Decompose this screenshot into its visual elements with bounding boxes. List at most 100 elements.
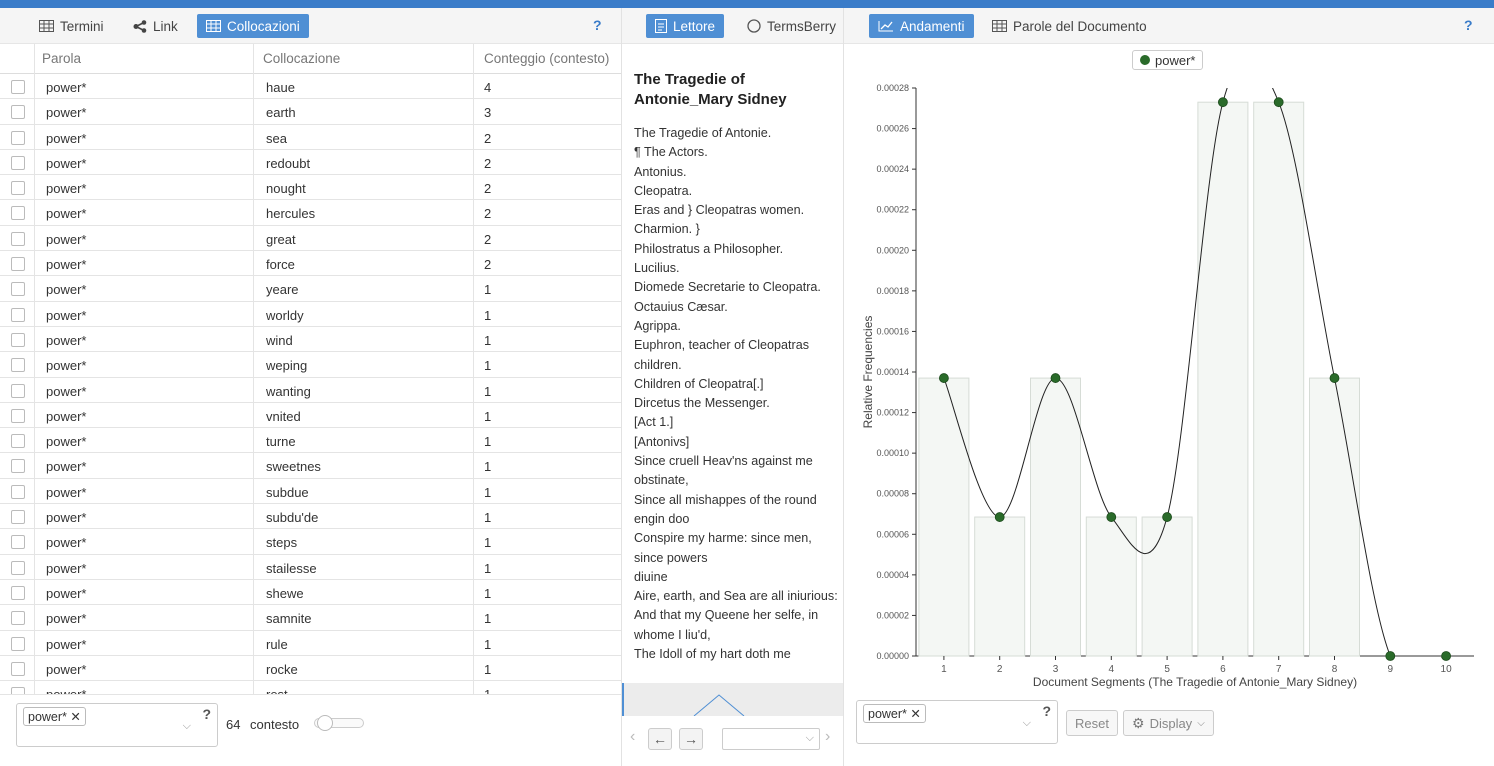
row-divider [34, 326, 35, 352]
table-row[interactable]: power* haue 4 [0, 74, 621, 100]
row-checkbox[interactable] [11, 585, 25, 600]
row-checkbox[interactable] [11, 130, 25, 145]
tab-trends[interactable]: Andamenti [869, 14, 974, 38]
chevron-down-icon[interactable]: ⌵ [183, 720, 191, 733]
table-row[interactable]: power* force 2 [0, 251, 621, 277]
row-checkbox[interactable] [11, 560, 25, 575]
table-row[interactable]: power* sweetnes 1 [0, 453, 621, 479]
query-pill[interactable]: power* ✕ [863, 704, 926, 723]
reader-position-bar[interactable] [622, 683, 843, 716]
tab-terms[interactable]: Termini [30, 14, 113, 38]
chevron-left-icon[interactable]: ‹ [630, 728, 635, 746]
table-row[interactable]: power* sea 2 [0, 124, 621, 150]
forward-button[interactable]: → [679, 728, 703, 750]
row-checkbox[interactable] [11, 257, 25, 272]
gear-icon: ⚙ [1132, 714, 1145, 731]
display-button[interactable]: ⚙ Display ⌵ [1123, 710, 1214, 736]
row-checkbox[interactable] [11, 687, 25, 694]
chevron-right-icon[interactable]: › [825, 728, 830, 746]
tab-collocations[interactable]: Collocazioni [197, 14, 309, 38]
table-row[interactable]: power* samnite 1 [0, 605, 621, 631]
table-row[interactable]: power* stailesse 1 [0, 554, 621, 580]
table-row[interactable]: power* hercules 2 [0, 200, 621, 226]
y-tick-label: 0.00004 [876, 570, 909, 580]
remove-icon[interactable]: ✕ [910, 707, 920, 721]
row-checkbox[interactable] [11, 282, 25, 297]
table-row[interactable]: power* nought 2 [0, 175, 621, 201]
chevron-down-icon[interactable]: ⌵ [1023, 717, 1031, 730]
document-line: [Act 1.] [634, 415, 674, 430]
row-checkbox[interactable] [11, 510, 25, 525]
header-term[interactable]: Parola [42, 51, 81, 66]
row-checkbox[interactable] [11, 307, 25, 322]
chart-legend[interactable]: power* [1132, 50, 1204, 70]
help-icon[interactable]: ? [1042, 703, 1051, 719]
table-row[interactable]: power* shewe 1 [0, 579, 621, 606]
row-checkbox[interactable] [11, 434, 25, 449]
table-row[interactable]: power* rest 1 [0, 681, 621, 694]
cell-term: power* [46, 687, 86, 694]
row-checkbox[interactable] [11, 459, 25, 474]
cell-term: power* [46, 155, 87, 171]
row-checkbox[interactable] [11, 181, 25, 196]
row-checkbox[interactable] [11, 636, 25, 651]
remove-icon[interactable]: ✕ [70, 710, 80, 724]
row-checkbox[interactable] [11, 206, 25, 221]
tab-termsberry[interactable]: TermsBerry [738, 14, 843, 38]
row-checkbox[interactable] [11, 383, 25, 398]
row-checkbox[interactable] [11, 155, 25, 170]
cell-term: power* [46, 510, 87, 526]
row-checkbox[interactable] [11, 80, 25, 94]
row-checkbox[interactable] [11, 484, 25, 499]
cell-term: power* [46, 80, 87, 95]
back-button[interactable]: ← [648, 728, 672, 750]
table-row[interactable]: power* steps 1 [0, 529, 621, 555]
row-checkbox[interactable] [11, 358, 25, 373]
cell-term: power* [46, 181, 87, 197]
tab-terms-label: Termini [60, 18, 104, 34]
document-select[interactable]: ⌵ [722, 728, 820, 750]
help-icon[interactable]: ? [593, 17, 602, 33]
document-line: Octauius Cæsar. [634, 299, 728, 314]
table-row[interactable]: power* subdu'de 1 [0, 504, 621, 530]
table-row[interactable]: power* rule 1 [0, 630, 621, 656]
bar [1197, 101, 1249, 657]
row-checkbox[interactable] [11, 408, 25, 423]
table-row[interactable]: power* vnited 1 [0, 402, 621, 429]
tab-document-terms[interactable]: Parole del Documento [983, 14, 1156, 38]
tab-link[interactable]: Link [124, 14, 187, 38]
term-query-input[interactable]: power* ✕ ⌵ ? [16, 703, 218, 747]
reset-button[interactable]: Reset [1066, 710, 1118, 736]
tab-reader[interactable]: Lettore [646, 14, 725, 38]
trends-panel: Andamenti Parole del Documento ? power* … [844, 8, 1494, 766]
table-row[interactable]: power* great 2 [0, 225, 621, 252]
row-checkbox[interactable] [11, 231, 25, 246]
table-row[interactable]: power* wind 1 [0, 326, 621, 353]
help-icon[interactable]: ? [202, 706, 211, 722]
row-checkbox[interactable] [11, 535, 25, 550]
table-row[interactable]: power* rocke 1 [0, 655, 621, 682]
table-row[interactable]: power* turne 1 [0, 428, 621, 454]
help-icon[interactable]: ? [1464, 17, 1473, 33]
term-query-input[interactable]: power* ✕ ⌵ ? [856, 700, 1058, 744]
query-pill[interactable]: power* ✕ [23, 707, 86, 726]
row-checkbox[interactable] [11, 611, 25, 626]
row-checkbox[interactable] [11, 105, 25, 120]
row-divider [34, 428, 35, 453]
table-row[interactable]: power* worldy 1 [0, 301, 621, 327]
header-count[interactable]: Conteggio (contesto) [484, 51, 609, 66]
slider-handle[interactable] [317, 715, 333, 731]
context-label: contesto [250, 717, 300, 732]
table-row[interactable]: power* subdue 1 [0, 478, 621, 505]
table-row[interactable]: power* earth 3 [0, 99, 621, 125]
row-checkbox[interactable] [11, 661, 25, 676]
header-collocate[interactable]: Collocazione [263, 51, 340, 66]
table-row[interactable]: power* weping 1 [0, 352, 621, 378]
x-tick-label: 1 [941, 664, 947, 675]
table-row[interactable]: power* yeare 1 [0, 276, 621, 302]
y-tick-label: 0.00002 [876, 610, 909, 620]
row-checkbox[interactable] [11, 332, 25, 347]
table-row[interactable]: power* wanting 1 [0, 377, 621, 403]
context-slider[interactable] [314, 715, 364, 731]
table-row[interactable]: power* redoubt 2 [0, 149, 621, 176]
